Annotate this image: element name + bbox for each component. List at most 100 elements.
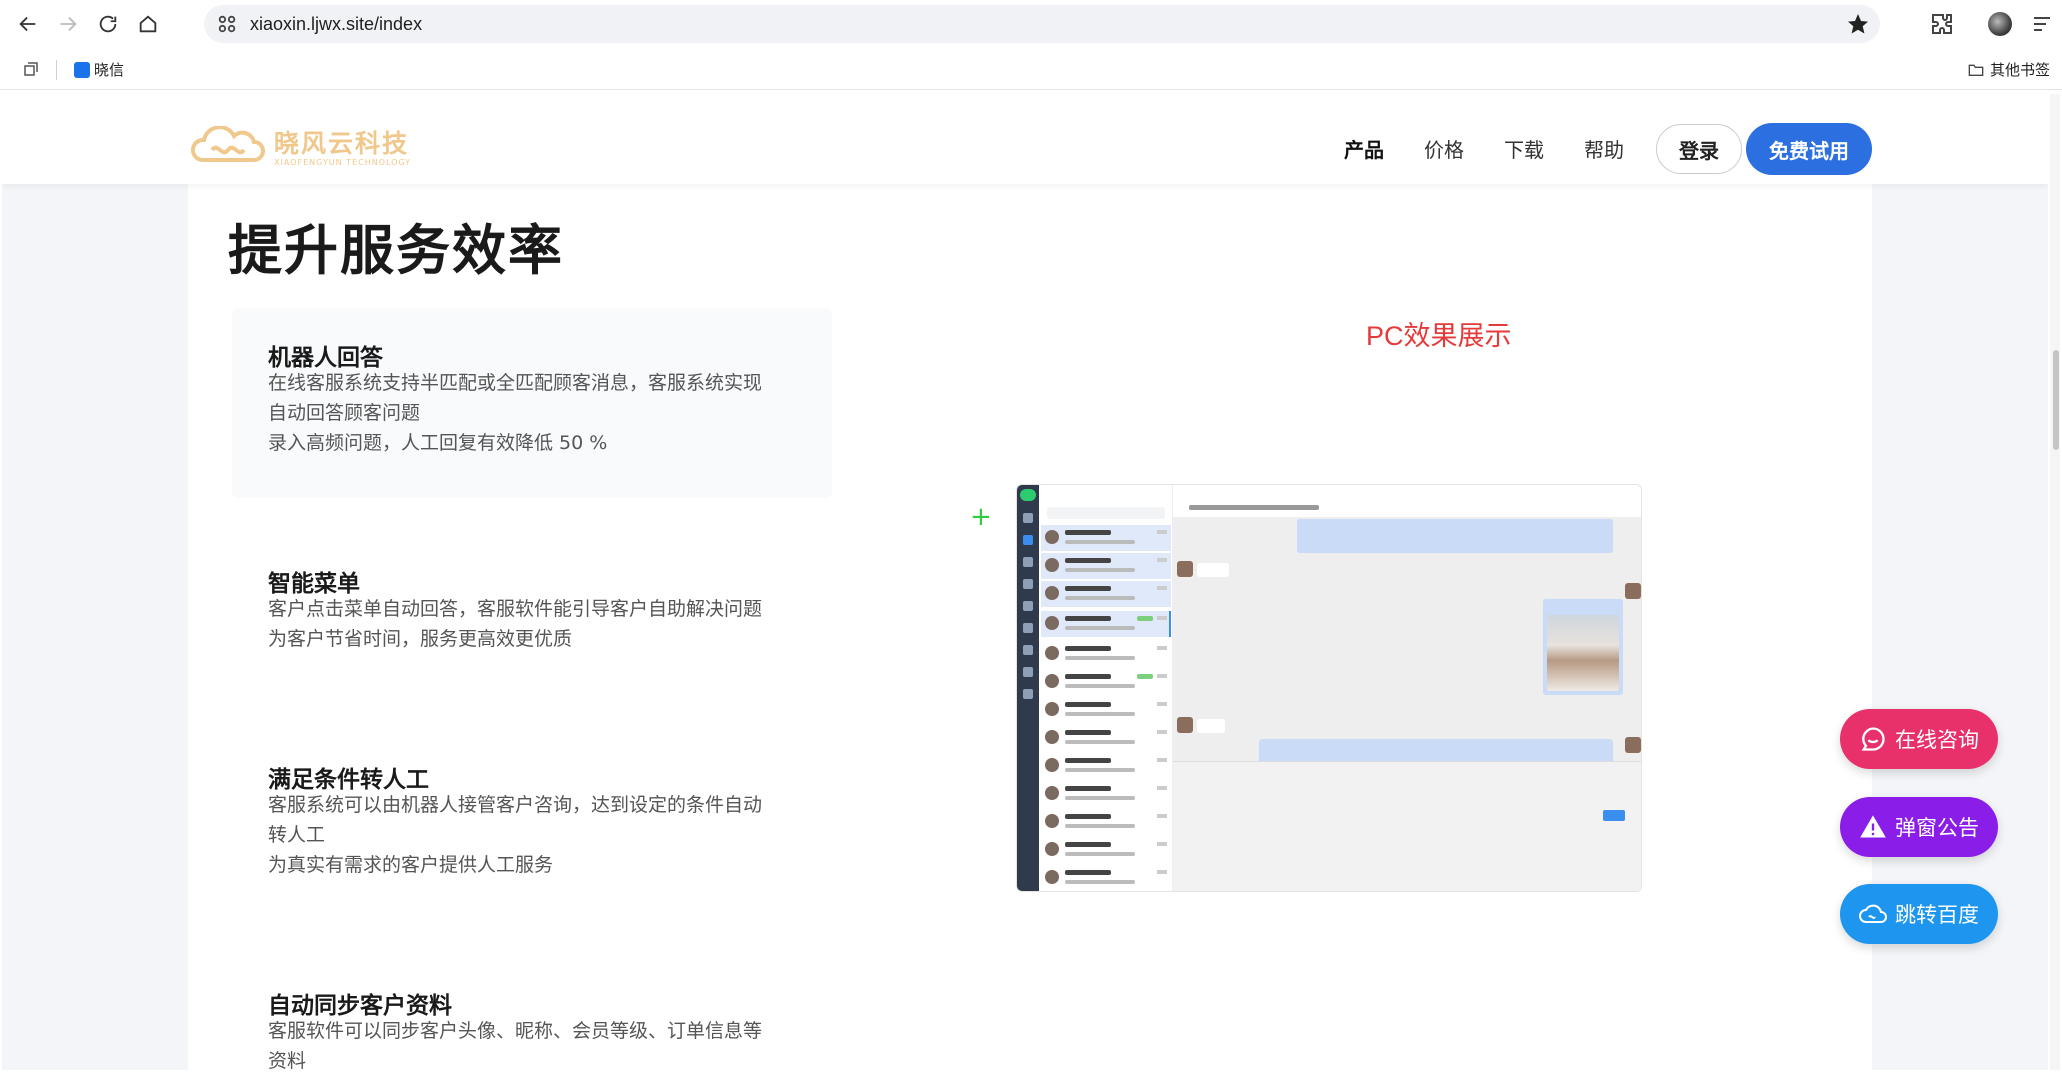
mock-avatar bbox=[1625, 737, 1641, 753]
page-viewport: 提升服务效率 机器人回答 在线客服系统支持半匹配或全匹配顾客消息，客服系统实现 … bbox=[2, 94, 2048, 1070]
mock-image-message bbox=[1543, 599, 1623, 695]
mock-logo-icon bbox=[1020, 489, 1036, 501]
mock-nav-icon bbox=[1023, 579, 1033, 589]
feature-desc-line: 客户点击菜单自动回答，客服软件能引导客户自助解决问题 bbox=[268, 598, 763, 620]
browser-toolbar: xiaoxin.ljwx.site/index bbox=[0, 0, 2062, 48]
online-consult-button[interactable]: 在线咨询 bbox=[1840, 709, 1998, 769]
back-icon[interactable] bbox=[12, 8, 44, 40]
feature-desc-line: 资料 bbox=[268, 1050, 307, 1070]
mock-session-row bbox=[1041, 809, 1171, 835]
main-nav: 产品 价格 下载 帮助 bbox=[1344, 134, 1624, 163]
bookmark-xiaoxin[interactable]: 晓信 bbox=[74, 59, 124, 80]
other-bookmarks-label: 其他书签 bbox=[1989, 61, 2050, 79]
nav-download[interactable]: 下载 bbox=[1504, 134, 1544, 163]
feature-title: 机器人回答 bbox=[268, 345, 383, 371]
bookmark-label: 晓信 bbox=[94, 61, 125, 79]
mock-nav-icon bbox=[1023, 689, 1033, 699]
free-trial-button[interactable]: 免费试用 bbox=[1746, 123, 1872, 175]
mock-session-row bbox=[1041, 837, 1171, 863]
online-consult-label: 在线咨询 bbox=[1895, 728, 1979, 752]
feature-smart-menu: 智能菜单 客户点击菜单自动回答，客服软件能引导客户自助解决问题 为客户节省时间，… bbox=[232, 534, 832, 674]
mock-avatar bbox=[1177, 717, 1193, 733]
site-settings-icon[interactable] bbox=[216, 13, 238, 35]
feature-desc-line: 在线客服系统支持半匹配或全匹配顾客消息，客服系统实现 bbox=[268, 372, 763, 394]
mock-message-bubble bbox=[1297, 519, 1613, 553]
mock-nav-icon bbox=[1023, 667, 1033, 677]
mock-sidebar bbox=[1017, 485, 1039, 891]
nav-help[interactable]: 帮助 bbox=[1584, 134, 1624, 163]
plus-icon: + bbox=[970, 502, 992, 532]
feature-desc-line: 为真实有需求的客户提供人工服务 bbox=[268, 854, 554, 876]
browser-window: xiaoxin.ljwx.site/index 晓信 其他书签 提升服务效率 机… bbox=[0, 0, 2062, 1072]
feature-desc-line: 转人工 bbox=[268, 824, 326, 846]
mock-session-row bbox=[1041, 865, 1171, 891]
mock-session-row bbox=[1041, 781, 1171, 807]
mock-session-row bbox=[1041, 641, 1171, 667]
nav-product[interactable]: 产品 bbox=[1344, 134, 1384, 163]
mock-nav-icon bbox=[1023, 535, 1033, 545]
reload-icon[interactable] bbox=[92, 8, 124, 40]
login-button[interactable]: 登录 bbox=[1656, 124, 1742, 174]
other-bookmarks[interactable]: 其他书签 bbox=[1968, 59, 2050, 80]
pc-demo-title: PC效果展示 bbox=[1366, 321, 1512, 351]
feature-title: 自动同步客户资料 bbox=[268, 993, 452, 1019]
address-bar[interactable]: xiaoxin.ljwx.site/index bbox=[204, 5, 1880, 43]
mock-message-bubble bbox=[1197, 563, 1229, 577]
pc-demo-screenshot bbox=[1016, 484, 1642, 892]
bookmark-favicon-icon bbox=[74, 61, 90, 78]
mock-session-row bbox=[1041, 753, 1171, 779]
mock-input-area bbox=[1173, 761, 1641, 891]
mock-chat-panel bbox=[1173, 485, 1641, 891]
feature-desc-line: 为客户节省时间，服务更高效更优质 bbox=[268, 628, 573, 650]
home-icon[interactable] bbox=[132, 8, 164, 40]
mock-session-row bbox=[1041, 553, 1171, 579]
mock-session-row bbox=[1041, 611, 1171, 637]
feature-desc-line: 客服系统可以由机器人接管客户咨询，达到设定的条件自动 bbox=[268, 794, 763, 816]
mock-session-row bbox=[1041, 725, 1171, 751]
jump-baidu-button[interactable]: 跳转百度 bbox=[1840, 884, 1998, 944]
url-text[interactable]: xiaoxin.ljwx.site/index bbox=[250, 14, 422, 35]
bookmark-separator bbox=[56, 60, 57, 80]
mock-nav-icon bbox=[1023, 645, 1033, 655]
mock-nav-icon bbox=[1023, 557, 1033, 567]
scrollbar-thumb[interactable] bbox=[2053, 350, 2059, 450]
profile-avatar[interactable] bbox=[1988, 12, 2012, 36]
scrollbar-track[interactable] bbox=[2050, 94, 2060, 1070]
popup-notice-button[interactable]: 弹窗公告 bbox=[1840, 797, 1998, 857]
cloud-logo-icon bbox=[191, 125, 265, 162]
forward-icon[interactable] bbox=[52, 8, 84, 40]
bookmarks-bar: 晓信 其他书签 bbox=[0, 50, 2062, 90]
site-header: 晓风云科技 XIAOFENGYUN TECHNOLOGY 产品 价格 下载 帮助… bbox=[2, 94, 2048, 184]
mock-session-row bbox=[1041, 581, 1171, 607]
feature-robot-answer: 机器人回答 在线客服系统支持半匹配或全匹配顾客消息，客服系统实现 自动回答顾客问… bbox=[232, 308, 832, 498]
popup-notice-label: 弹窗公告 bbox=[1895, 816, 1979, 840]
bookmark-star-icon[interactable] bbox=[1846, 12, 1870, 36]
tab-groups-icon[interactable] bbox=[22, 60, 40, 78]
extensions-icon[interactable] bbox=[1930, 12, 1954, 36]
feature-desc-line: 客服软件可以同步客户头像、昵称、会员等级、订单信息等 bbox=[268, 1020, 763, 1042]
folder-icon bbox=[1968, 64, 1984, 76]
mock-session-row bbox=[1041, 525, 1171, 551]
mock-chat-header bbox=[1173, 485, 1641, 517]
mock-nav-icon bbox=[1023, 623, 1033, 633]
mock-nav-icon bbox=[1023, 601, 1033, 611]
feature-title: 智能菜单 bbox=[268, 571, 360, 597]
mock-nav-icon bbox=[1023, 513, 1033, 523]
mock-message-bubble bbox=[1197, 719, 1225, 733]
mock-search-box bbox=[1047, 507, 1165, 519]
nav-pricing[interactable]: 价格 bbox=[1424, 134, 1464, 163]
feature-transfer-human: 满足条件转人工 客服系统可以由机器人接管客户咨询，达到设定的条件自动 转人工 为… bbox=[232, 730, 832, 900]
mock-session-list bbox=[1039, 485, 1173, 891]
warning-icon bbox=[1860, 815, 1886, 838]
mock-avatar bbox=[1625, 583, 1641, 599]
browser-menu-icon[interactable] bbox=[2030, 12, 2054, 36]
mock-session-row bbox=[1041, 697, 1171, 723]
mock-avatar bbox=[1177, 561, 1193, 577]
logo-text: 晓风云科技 bbox=[274, 129, 410, 158]
cloud-icon bbox=[1859, 904, 1887, 923]
feature-title: 满足条件转人工 bbox=[268, 767, 429, 793]
site-logo[interactable]: 晓风云科技 XIAOFENGYUN TECHNOLOGY bbox=[188, 124, 411, 167]
feature-desc-line: 自动回答顾客问题 bbox=[268, 402, 421, 424]
feature-desc-line: 录入高频问题，人工回复有效降低 50 % bbox=[268, 432, 608, 454]
feature-sync-profile: 自动同步客户资料 客服软件可以同步客户头像、昵称、会员等级、订单信息等 资料 bbox=[232, 956, 832, 1070]
